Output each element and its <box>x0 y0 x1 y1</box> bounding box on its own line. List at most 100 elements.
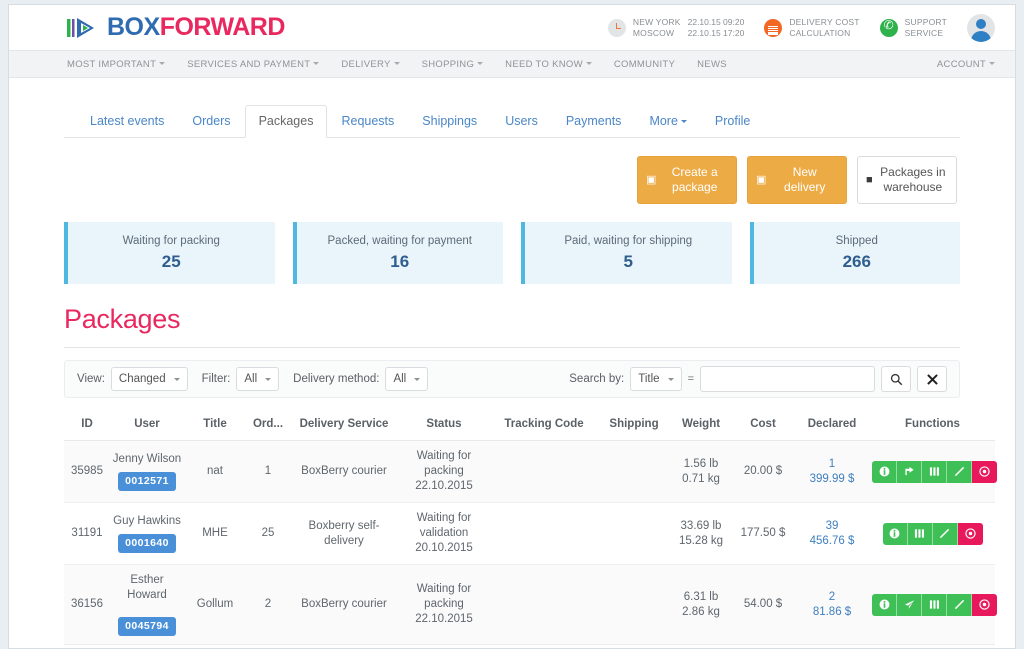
column-header-status[interactable]: Status <box>398 412 490 441</box>
stat-card-shipped[interactable]: Shipped 266 <box>750 222 961 284</box>
column-header-cost[interactable]: Cost <box>732 412 794 441</box>
cell-cost: 185.00 $ <box>732 645 794 649</box>
delivery-method-select[interactable]: All <box>385 367 428 391</box>
user-code-badge[interactable]: 0012571 <box>118 472 176 491</box>
weight-lb: 6.31 lb <box>684 591 719 603</box>
table-row[interactable]: 35145 Jacob Jones Kids Toy 13 Boxberry s… <box>64 645 995 649</box>
cell-cost: 177.50 $ <box>732 503 794 565</box>
support-line-1: SUPPORT <box>905 17 947 28</box>
delete-icon[interactable] <box>972 461 997 483</box>
avatar[interactable] <box>967 14 995 42</box>
delete-icon[interactable] <box>958 523 983 545</box>
search-input[interactable] <box>700 366 875 392</box>
column-header-delivery-service[interactable]: Delivery Service <box>290 412 398 441</box>
new-delivery-button[interactable]: ▣ New delivery <box>747 156 847 204</box>
clear-search-button[interactable] <box>917 366 947 392</box>
weight-lb: 1.56 lb <box>684 458 719 470</box>
nav-item-community[interactable]: COMMUNITY <box>614 59 675 70</box>
tab-latest-events[interactable]: Latest events <box>76 105 178 138</box>
filter-select[interactable]: All <box>236 367 279 391</box>
declared-sum[interactable]: 81.86 $ <box>796 605 868 620</box>
nav-item-shopping[interactable]: SHOPPING <box>422 59 484 70</box>
declared-qty[interactable]: 1 <box>796 457 868 472</box>
tab-users[interactable]: Users <box>491 105 552 138</box>
nav-item-need-to-know[interactable]: NEED TO KNOW <box>505 59 592 70</box>
title-divider <box>64 347 960 348</box>
delivery-method-label: Delivery method: <box>293 373 379 385</box>
column-header-ord[interactable]: Ord... <box>246 412 290 441</box>
delivery-cost-calculation-link[interactable]: DELIVERY COST CALCULATION <box>764 17 859 39</box>
weight-kg: 0.71 kg <box>682 473 720 485</box>
weight-kg: 2.86 kg <box>682 606 720 618</box>
warehouse-box-icon: ■ <box>866 173 873 188</box>
share-icon[interactable] <box>897 461 922 483</box>
columns-icon[interactable] <box>922 461 947 483</box>
cell-user: Jacob Jones <box>110 645 184 649</box>
column-header-user[interactable]: User <box>110 412 184 441</box>
delete-icon[interactable] <box>972 594 997 616</box>
status-text: Waiting for packing <box>417 583 472 610</box>
column-header-id[interactable]: ID <box>64 412 110 441</box>
chevron-down-icon <box>159 62 165 65</box>
tab-packages[interactable]: Packages <box>245 105 328 138</box>
send-icon[interactable] <box>897 594 922 616</box>
columns-icon[interactable] <box>922 594 947 616</box>
create-a-package-button[interactable]: ▣ Create a package <box>637 156 737 204</box>
cell-status: Waiting for validation <box>398 645 490 649</box>
tab-orders[interactable]: Orders <box>178 105 244 138</box>
edit-icon[interactable] <box>947 594 972 616</box>
logo[interactable]: BOXFORWARD <box>67 13 285 42</box>
nav-item-news[interactable]: NEWS <box>697 59 727 70</box>
nav-item-delivery[interactable]: DELIVERY <box>341 59 399 70</box>
declared-qty[interactable]: 2 <box>796 590 868 605</box>
column-header-declared[interactable]: Declared <box>794 412 870 441</box>
cell-tracking-code <box>490 503 598 565</box>
nav-item-most-important[interactable]: MOST IMPORTANT <box>67 59 165 70</box>
packages-in-warehouse-button[interactable]: ■ Packages in warehouse <box>857 156 957 204</box>
column-header-title[interactable]: Title <box>184 412 246 441</box>
stat-card-paid-waiting-for-shipping[interactable]: Paid, waiting for shipping 5 <box>521 222 732 284</box>
chevron-down-icon <box>394 62 400 65</box>
column-header-tracking-code[interactable]: Tracking Code <box>490 412 598 441</box>
info-icon[interactable] <box>872 461 897 483</box>
table-row[interactable]: 35985 Jenny Wilson 0012571 nat 1 BoxBerr… <box>64 441 995 503</box>
status-text: Waiting for packing <box>417 450 472 477</box>
chevron-down-icon <box>681 120 687 123</box>
column-header-weight[interactable]: Weight <box>670 412 732 441</box>
column-header-shipping[interactable]: Shipping <box>598 412 670 441</box>
stat-card-waiting-for-packing[interactable]: Waiting for packing 25 <box>64 222 275 284</box>
declared-sum[interactable]: 399.99 $ <box>796 472 868 487</box>
cell-shipping <box>598 503 670 565</box>
search-field-select[interactable]: Title <box>630 367 681 391</box>
tab-payments[interactable]: Payments <box>552 105 636 138</box>
stat-label: Paid, waiting for shipping <box>564 235 692 247</box>
cell-title: Kids Toy <box>184 645 246 649</box>
user-code-badge[interactable]: 0001640 <box>118 534 176 553</box>
stat-label: Waiting for packing <box>123 235 220 247</box>
info-icon[interactable] <box>883 523 908 545</box>
cell-shipping <box>598 565 670 645</box>
search-button[interactable] <box>881 366 911 392</box>
view-select[interactable]: Changed <box>111 367 188 391</box>
cell-weight: 33.69 lb 15.28 kg <box>670 503 732 565</box>
table-row[interactable]: 36156 Esther Howard 0045794 Gollum 2 Box… <box>64 565 995 645</box>
edit-icon[interactable] <box>947 461 972 483</box>
user-name: Jenny Wilson <box>112 452 182 467</box>
user-code-badge[interactable]: 0045794 <box>118 617 176 636</box>
info-icon[interactable] <box>872 594 897 616</box>
tab-more[interactable]: More <box>635 105 700 138</box>
columns-icon[interactable] <box>908 523 933 545</box>
declared-qty[interactable]: 39 <box>796 519 868 534</box>
declared-sum[interactable]: 456.76 $ <box>796 534 868 549</box>
tab-profile[interactable]: Profile <box>701 105 764 138</box>
table-row[interactable]: 31191 Guy Hawkins 0001640 MHE 25 Boxberr… <box>64 503 995 565</box>
stat-card-packed-waiting-for-payment[interactable]: Packed, waiting for payment 16 <box>293 222 504 284</box>
chevron-down-icon <box>174 378 180 381</box>
nav-item-services-and-payment[interactable]: SERVICES AND PAYMENT <box>187 59 319 70</box>
tab-requests[interactable]: Requests <box>327 105 408 138</box>
cell-title: nat <box>184 441 246 503</box>
nav-item-account[interactable]: ACCOUNT <box>937 59 995 70</box>
tab-shippings[interactable]: Shippings <box>408 105 491 138</box>
edit-icon[interactable] <box>933 523 958 545</box>
support-service-link[interactable]: SUPPORT SERVICE <box>880 17 947 39</box>
